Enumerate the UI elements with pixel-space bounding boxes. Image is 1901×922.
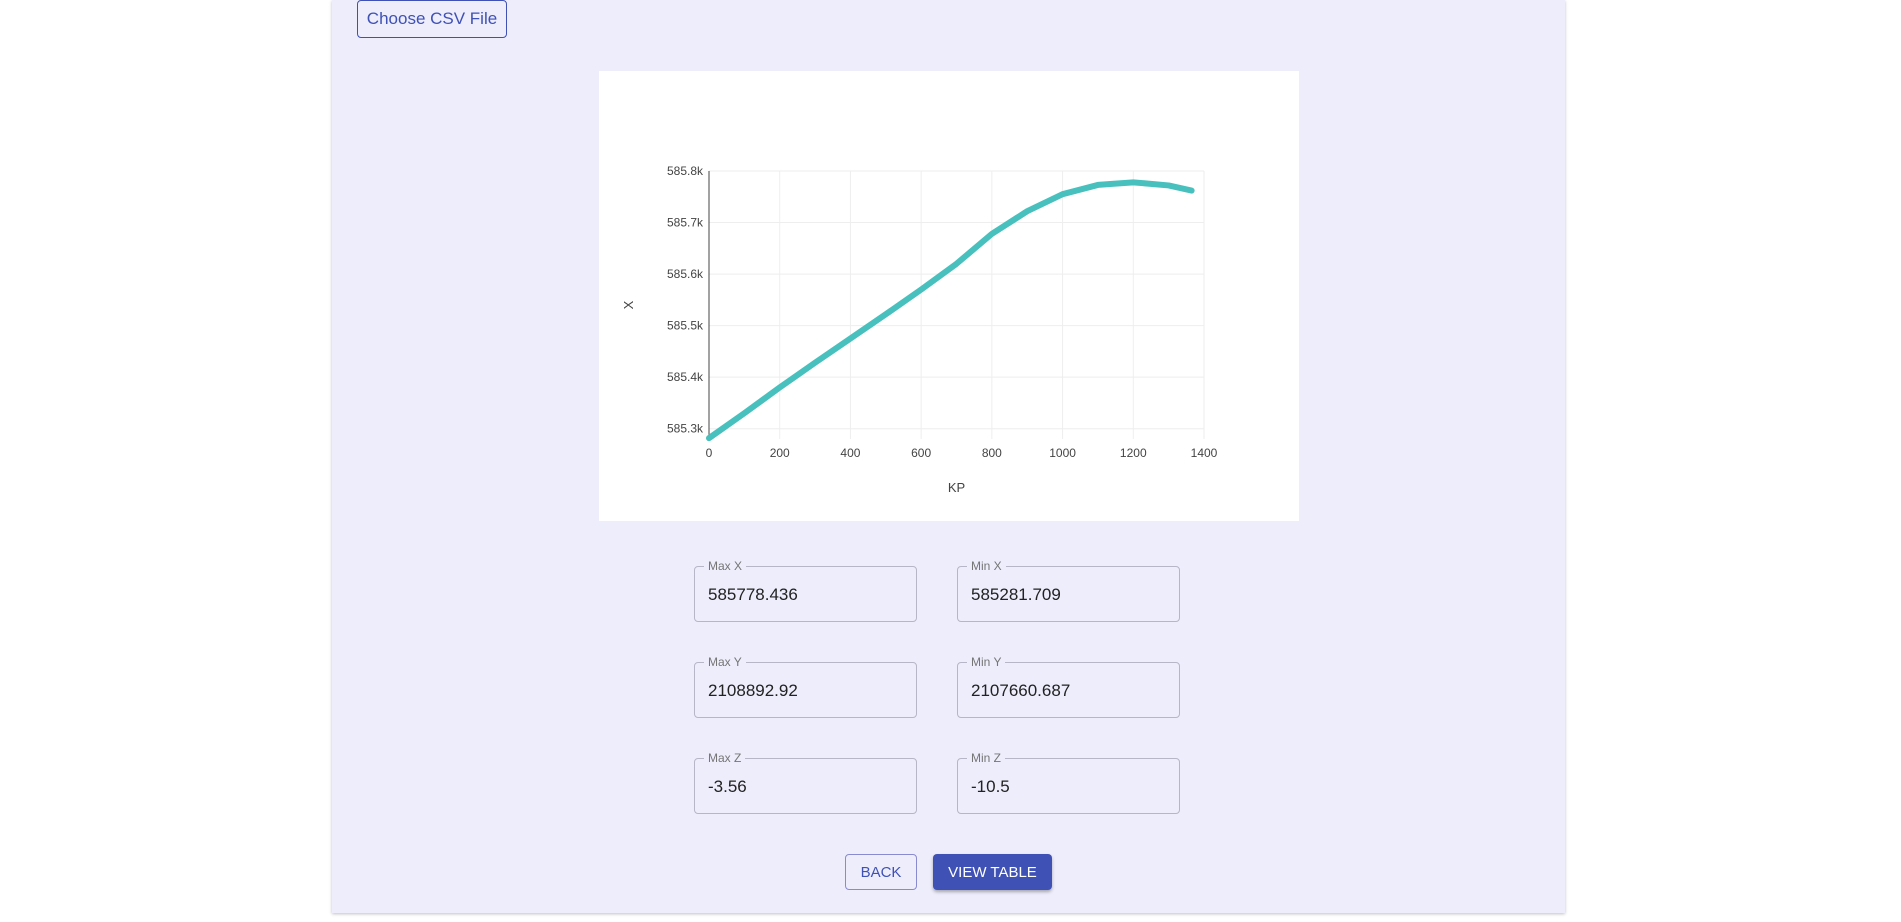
view-table-button[interactable]: VIEW TABLE bbox=[933, 854, 1052, 890]
x-tick-label: 1000 bbox=[1049, 446, 1076, 460]
min-y-value: 2107660.687 bbox=[971, 681, 1071, 700]
max-x-field[interactable]: Max X 585778.436 bbox=[694, 558, 917, 622]
back-button[interactable]: BACK bbox=[845, 854, 917, 890]
min-z-field[interactable]: Min Z -10.5 bbox=[957, 750, 1180, 814]
y-axis-title: X bbox=[621, 300, 636, 309]
y-tick-label: 585.7k bbox=[667, 216, 704, 230]
y-tick-label: 585.4k bbox=[667, 370, 704, 384]
min-y-field[interactable]: Min Y 2107660.687 bbox=[957, 654, 1180, 718]
line-chart: 0 200 400 600 800 1000 1200 1400 585.3k 585.4k 585… bbox=[621, 164, 1218, 495]
min-z-label: Min Z bbox=[967, 750, 1005, 766]
y-tick-label: 585.6k bbox=[667, 267, 704, 281]
y-tick-label: 585.5k bbox=[667, 319, 704, 333]
x-tick-label: 200 bbox=[770, 446, 790, 460]
max-y-label: Max Y bbox=[704, 654, 746, 670]
choose-csv-button[interactable]: Choose CSV File bbox=[357, 0, 507, 38]
max-x-value: 585778.436 bbox=[708, 585, 798, 604]
min-x-label: Min X bbox=[967, 558, 1006, 574]
x-axis-title: KP bbox=[948, 480, 965, 495]
x-tick-label: 1400 bbox=[1191, 446, 1218, 460]
min-z-value: -10.5 bbox=[971, 777, 1010, 796]
max-z-value: -3.56 bbox=[708, 777, 747, 796]
min-x-value: 585281.709 bbox=[971, 585, 1061, 604]
chart-container: 0 200 400 600 800 1000 1200 1400 585.3k 585.4k 585… bbox=[599, 71, 1299, 521]
max-z-label: Max Z bbox=[704, 750, 746, 766]
x-tick-label: 400 bbox=[840, 446, 860, 460]
x-tick-label: 1200 bbox=[1120, 446, 1147, 460]
min-x-field[interactable]: Min X 585281.709 bbox=[957, 558, 1180, 622]
min-y-label: Min Y bbox=[967, 654, 1006, 670]
x-tick-label: 600 bbox=[911, 446, 931, 460]
max-z-field[interactable]: Max Z -3.56 bbox=[694, 750, 917, 814]
series-line bbox=[706, 179, 1195, 442]
max-y-field[interactable]: Max Y 2108892.92 bbox=[694, 654, 917, 718]
x-tick-label: 0 bbox=[706, 446, 713, 460]
max-y-value: 2108892.92 bbox=[708, 681, 798, 700]
x-tick-label: 800 bbox=[982, 446, 1002, 460]
y-tick-label: 585.3k bbox=[667, 422, 704, 436]
y-tick-label: 585.8k bbox=[667, 164, 704, 178]
max-x-label: Max X bbox=[704, 558, 747, 574]
